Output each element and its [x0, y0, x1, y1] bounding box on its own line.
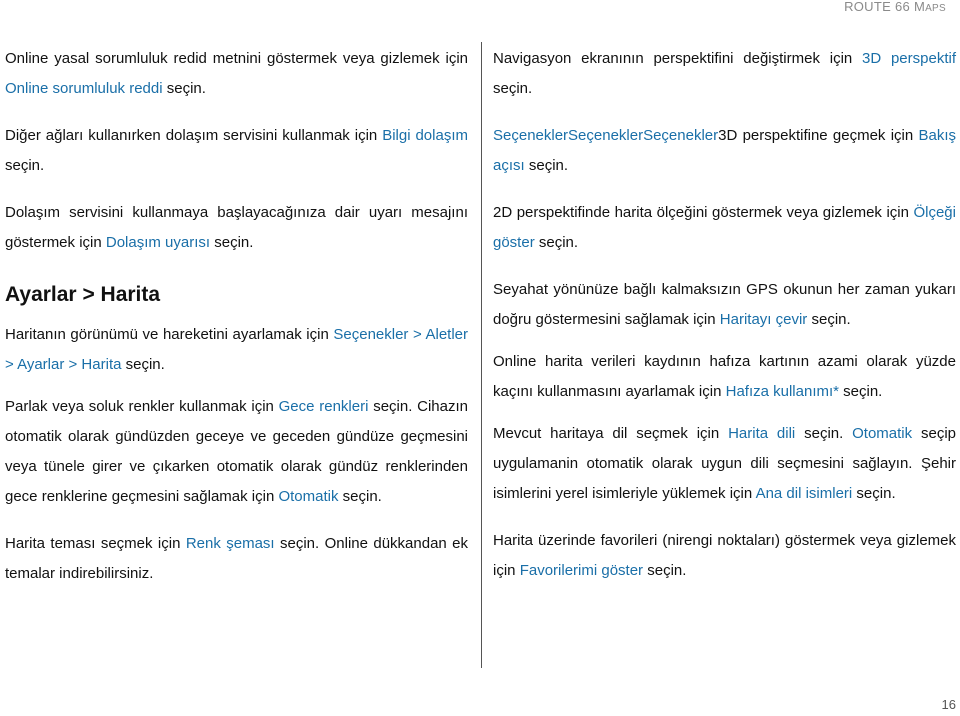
text: Navigasyon ekranının perspektifini değiş… [493, 50, 863, 67]
paragraph-show-favorites: Harita üzerinde favorileri (nirengi nokt… [493, 526, 956, 586]
text: Online harita verileri kaydının hafıza k… [493, 353, 956, 400]
paragraph-data-roaming: Diğer ağları kullanırken dolaşım servisi… [5, 121, 468, 181]
text: Online yasal sorumluluk redid metnini gö… [5, 50, 468, 67]
text: seçin. [795, 425, 853, 442]
text: seçin. [162, 80, 206, 97]
paragraph-night-colors: Parlak veya soluk renkler kullanmak için… [5, 392, 468, 512]
text: seçin. [534, 234, 579, 251]
paragraph-map-language: Mevcut haritaya dil seçmek için Harita d… [493, 419, 956, 509]
options-repeated: SeçeneklerSeçeneklerSeçenekler [493, 127, 719, 144]
text: 2D perspektifinde harita ölçeğini göster… [493, 204, 914, 221]
text: Harita teması seçmek için [5, 535, 186, 552]
option-rotate-map: Haritayı çevir [719, 311, 808, 328]
text: seçin. [5, 157, 45, 174]
option-native-names: Ana dil isimleri [755, 485, 853, 502]
page-number: 16 [941, 697, 956, 712]
section-heading: Ayarlar > Harita [5, 283, 161, 306]
text: seçin. [524, 157, 569, 174]
text: seçin. [338, 488, 382, 505]
text: Parlak veya soluk renkler kullanmak için [5, 398, 279, 415]
right-column: Navigasyon ekranının perspektifini değiş… [493, 44, 956, 586]
option-data-roaming: Bilgi dolaşım [382, 127, 468, 144]
running-header: ROUTE 66 MAPS [844, 0, 946, 16]
running-header-title-smallcaps: APS [925, 3, 946, 14]
text: seçin. [643, 562, 687, 579]
option-roaming-warning: Dolaşım uyarısı [105, 234, 211, 251]
option-show-favorites: Favorilerimi göster [519, 562, 644, 579]
text: seçin. [852, 485, 896, 502]
paragraph-view-angle: SeçeneklerSeçeneklerSeçenekler3D perspek… [493, 121, 956, 181]
paragraph-roaming-warning: Dolaşım servisini kullanmaya başlayacağı… [5, 198, 468, 258]
paragraph-color-scheme: Harita teması seçmek için Renk şeması se… [5, 529, 468, 589]
text: Mevcut haritaya dil seçmek için [493, 425, 729, 442]
paragraph-show-scale: 2D perspektifinde harita ölçeğini göster… [493, 198, 956, 258]
text: Haritanın görünümü ve hareketini ayarlam… [5, 326, 334, 343]
option-automatic-language: Otomatik [852, 425, 913, 442]
option-memory-usage: Hafıza kullanımı* [725, 383, 839, 400]
option-online-disclaimer: Online sorumluluk reddi [5, 80, 163, 97]
option-night-colors: Gece renkleri [278, 398, 369, 415]
column-divider [481, 42, 482, 668]
paragraph-memory-usage: Online harita verileri kaydının hafıza k… [493, 347, 956, 407]
left-column: Online yasal sorumluluk redid metnini gö… [5, 44, 468, 589]
text: seçin. [493, 80, 533, 97]
text: seçin. [807, 311, 851, 328]
text: 3D perspektifine geçmek için [718, 127, 919, 144]
paragraph-rotate-map: Seyahat yönünüze bağlı kalmaksızın GPS o… [493, 275, 956, 335]
option-map-language: Harita dili [728, 425, 796, 442]
text: seçin. [839, 383, 883, 400]
option-3d-perspective: 3D perspektif [862, 50, 956, 67]
text: seçin. [121, 356, 165, 373]
option-color-scheme: Renk şeması [185, 535, 275, 552]
paragraph-online-disclaimer: Online yasal sorumluluk redid metnini gö… [5, 44, 468, 104]
option-automatic: Otomatik [278, 488, 339, 505]
paragraph-3d-perspective: Navigasyon ekranının perspektifini değiş… [493, 44, 956, 104]
paragraph-map-settings-path: Haritanın görünümü ve hareketini ayarlam… [5, 320, 468, 380]
text: seçin. [210, 234, 254, 251]
running-header-title: ROUTE 66 M [844, 0, 926, 14]
text: Diğer ağları kullanırken dolaşım servisi… [5, 127, 383, 144]
